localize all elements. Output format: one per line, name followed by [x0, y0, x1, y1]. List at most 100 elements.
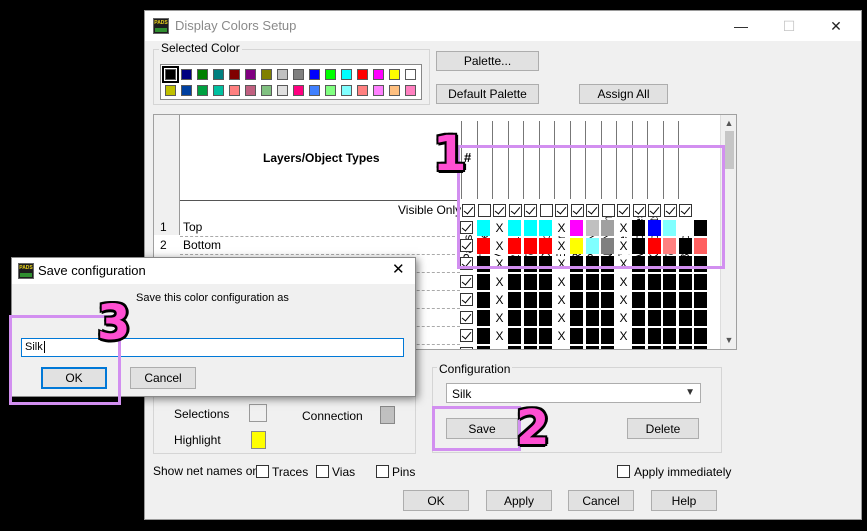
palette-swatch[interactable]: [197, 85, 208, 96]
palette-swatch[interactable]: [165, 85, 176, 96]
color-cell[interactable]: [570, 274, 584, 290]
color-cell[interactable]: [647, 292, 662, 308]
palette-swatch[interactable]: [357, 85, 368, 96]
color-cell[interactable]: [632, 346, 646, 349]
color-cell-x[interactable]: X: [492, 328, 507, 344]
color-cell[interactable]: [539, 292, 553, 308]
color-cell[interactable]: [585, 346, 600, 349]
color-cell[interactable]: [663, 292, 677, 308]
color-cell-x[interactable]: X: [554, 292, 569, 308]
palette-swatch[interactable]: [229, 69, 240, 80]
help-button[interactable]: Help: [651, 490, 717, 511]
color-cell[interactable]: [632, 310, 646, 326]
color-cell[interactable]: [585, 328, 600, 344]
color-cell[interactable]: [523, 310, 538, 326]
color-cell-x[interactable]: X: [616, 346, 631, 349]
color-cell[interactable]: [508, 292, 522, 308]
palette-swatch[interactable]: [293, 69, 304, 80]
color-cell[interactable]: [508, 328, 522, 344]
row-visible-checkbox[interactable]: [460, 329, 473, 342]
color-cell-x[interactable]: X: [616, 274, 631, 290]
palette-swatch[interactable]: [213, 69, 224, 80]
ok-button[interactable]: OK: [403, 490, 469, 511]
connection-color-swatch[interactable]: [380, 406, 395, 424]
color-cell-x[interactable]: X: [616, 328, 631, 344]
color-cell[interactable]: [539, 346, 553, 349]
palette-swatch[interactable]: [389, 69, 400, 80]
color-cell[interactable]: [539, 328, 553, 344]
default-palette-button[interactable]: Default Palette: [436, 84, 539, 104]
color-cell[interactable]: [632, 274, 646, 290]
color-cell-x[interactable]: X: [554, 328, 569, 344]
color-cell[interactable]: [477, 274, 491, 290]
palette-swatch[interactable]: [357, 69, 368, 80]
color-cell-x[interactable]: X: [554, 346, 569, 349]
layer-name[interactable]: Top: [183, 220, 202, 234]
palette-swatch[interactable]: [277, 69, 288, 80]
net-names-traces-checkbox[interactable]: [256, 465, 269, 478]
selections-color-swatch[interactable]: [249, 404, 267, 422]
scroll-thumb[interactable]: [725, 131, 734, 169]
color-cell[interactable]: [523, 274, 538, 290]
color-cell[interactable]: [523, 346, 538, 349]
color-cell[interactable]: [523, 292, 538, 308]
palette-swatch[interactable]: [277, 85, 288, 96]
color-cell[interactable]: [663, 346, 677, 349]
color-cell[interactable]: [694, 310, 708, 326]
cancel-button[interactable]: Cancel: [568, 490, 634, 511]
color-cell[interactable]: [570, 292, 584, 308]
color-cell[interactable]: [477, 292, 491, 308]
palette-swatch[interactable]: [325, 69, 336, 80]
dialog-close-icon[interactable]: ✕: [392, 260, 405, 278]
color-cell[interactable]: [601, 346, 615, 349]
maximize-icon[interactable]: ☐: [776, 15, 802, 37]
palette-swatch[interactable]: [261, 85, 272, 96]
color-cell[interactable]: [694, 328, 708, 344]
color-cell[interactable]: [523, 328, 538, 344]
scroll-down-icon[interactable]: ▼: [724, 335, 734, 345]
color-cell[interactable]: [647, 274, 662, 290]
color-cell[interactable]: [601, 274, 615, 290]
color-cell-x[interactable]: X: [616, 310, 631, 326]
color-cell[interactable]: [663, 274, 677, 290]
color-cell[interactable]: [539, 274, 553, 290]
color-cell[interactable]: [585, 274, 600, 290]
palette-button[interactable]: Palette...: [436, 51, 539, 71]
palette-swatch[interactable]: [245, 69, 256, 80]
row-visible-checkbox[interactable]: [460, 311, 473, 324]
palette-swatch[interactable]: [197, 69, 208, 80]
palette-swatch[interactable]: [229, 85, 240, 96]
dialog-cancel-button[interactable]: Cancel: [130, 367, 196, 389]
color-cell[interactable]: [678, 346, 693, 349]
delete-button[interactable]: Delete: [627, 418, 699, 439]
color-cell-x[interactable]: X: [492, 346, 507, 349]
palette-swatch[interactable]: [293, 85, 304, 96]
color-cell[interactable]: [694, 292, 708, 308]
color-cell-x[interactable]: X: [554, 310, 569, 326]
palette-swatch[interactable]: [341, 85, 352, 96]
palette-swatch[interactable]: [373, 69, 384, 80]
color-cell-x[interactable]: X: [554, 274, 569, 290]
color-cell-x[interactable]: X: [492, 274, 507, 290]
color-cell[interactable]: [694, 346, 708, 349]
color-cell[interactable]: [570, 328, 584, 344]
palette-swatch[interactable]: [325, 85, 336, 96]
palette-swatch[interactable]: [162, 66, 179, 83]
palette-swatch[interactable]: [213, 85, 224, 96]
row-visible-checkbox[interactable]: [460, 293, 473, 306]
color-cell[interactable]: [601, 292, 615, 308]
highlight-color-swatch[interactable]: [251, 431, 266, 449]
palette-swatch[interactable]: [181, 69, 192, 80]
color-cell-x[interactable]: X: [492, 292, 507, 308]
color-cell[interactable]: [585, 292, 600, 308]
palette-swatch[interactable]: [389, 85, 400, 96]
color-cell[interactable]: [585, 310, 600, 326]
color-cell[interactable]: [601, 310, 615, 326]
color-cell[interactable]: [570, 346, 584, 349]
color-cell[interactable]: [678, 310, 693, 326]
palette-swatch[interactable]: [261, 69, 272, 80]
net-names-pins-checkbox[interactable]: [376, 465, 389, 478]
color-cell[interactable]: [678, 292, 693, 308]
color-cell[interactable]: [539, 310, 553, 326]
minimize-icon[interactable]: —: [728, 15, 754, 37]
